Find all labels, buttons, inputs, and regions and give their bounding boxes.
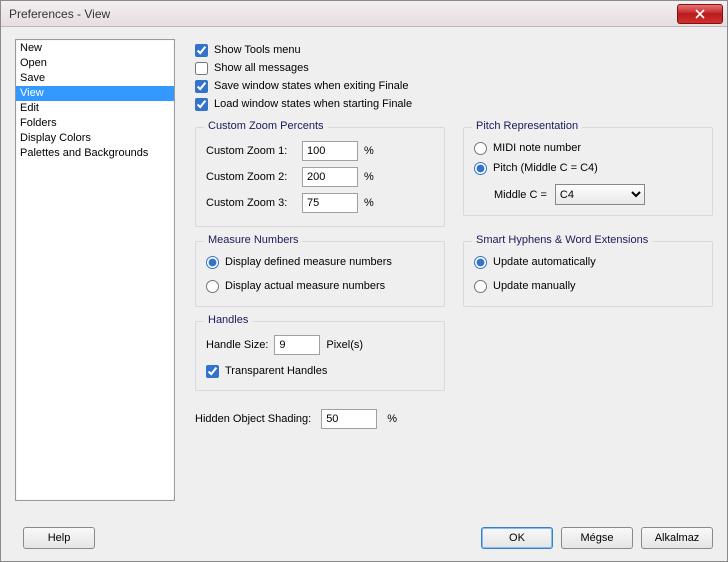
percent-unit: % <box>364 171 374 183</box>
save-window-states-checkbox[interactable] <box>195 80 208 93</box>
sidebar-item[interactable]: Save <box>16 71 174 86</box>
handle-size-input[interactable] <box>274 335 320 355</box>
sidebar-item[interactable]: Palettes and Backgrounds <box>16 146 174 161</box>
measure-actual-label: Display actual measure numbers <box>225 280 385 292</box>
middle-c-select[interactable]: C4 <box>555 184 645 205</box>
measure-actual-radio[interactable] <box>206 280 219 293</box>
custom-zoom-group: Custom Zoom Percents Custom Zoom 1:%Cust… <box>195 127 445 227</box>
midi-note-radio[interactable] <box>474 142 487 155</box>
load-window-states-checkbox[interactable] <box>195 98 208 111</box>
preferences-window: Preferences - View NewOpenSaveViewEditFo… <box>0 0 728 562</box>
body: NewOpenSaveViewEditFoldersDisplay Colors… <box>1 27 727 527</box>
hidden-shading-unit: % <box>387 413 397 425</box>
sidebar-item[interactable]: Edit <box>16 101 174 116</box>
transparent-handles-checkbox[interactable] <box>206 365 219 378</box>
close-icon <box>695 9 705 19</box>
show-all-messages-label: Show all messages <box>214 62 309 74</box>
custom-zoom-label: Custom Zoom 3: <box>206 197 296 209</box>
hidden-object-shading-row: Hidden Object Shading: % <box>195 409 713 429</box>
measure-defined-label: Display defined measure numbers <box>225 256 392 268</box>
midi-note-label: MIDI note number <box>493 142 581 154</box>
percent-unit: % <box>364 145 374 157</box>
show-all-messages-row: Show all messages <box>195 59 713 77</box>
transparent-handles-label: Transparent Handles <box>225 365 327 377</box>
update-auto-radio[interactable] <box>474 256 487 269</box>
load-window-states-row: Load window states when starting Finale <box>195 95 713 113</box>
update-manual-label: Update manually <box>493 280 576 292</box>
save-window-states-row: Save window states when exiting Finale <box>195 77 713 95</box>
custom-zoom-input[interactable] <box>302 141 358 161</box>
help-button[interactable]: Help <box>23 527 95 549</box>
measure-numbers-group: Measure Numbers Display defined measure … <box>195 241 445 307</box>
pitch-c4-label: Pitch (Middle C = C4) <box>493 162 598 174</box>
update-auto-label: Update automatically <box>493 256 596 268</box>
sidebar-item[interactable]: Open <box>16 56 174 71</box>
sidebar-item[interactable]: Folders <box>16 116 174 131</box>
pitch-c4-radio[interactable] <box>474 162 487 175</box>
custom-zoom-row: Custom Zoom 3:% <box>206 190 434 216</box>
custom-zoom-label: Custom Zoom 1: <box>206 145 296 157</box>
custom-zoom-row: Custom Zoom 2:% <box>206 164 434 190</box>
handles-title: Handles <box>204 314 252 326</box>
show-tools-menu-label: Show Tools menu <box>214 44 301 56</box>
load-window-states-label: Load window states when starting Finale <box>214 98 412 110</box>
cancel-button[interactable]: Mégse <box>561 527 633 549</box>
hidden-shading-label: Hidden Object Shading: <box>195 413 311 425</box>
middle-c-label: Middle C = <box>494 189 547 201</box>
measure-numbers-title: Measure Numbers <box>204 234 302 246</box>
update-manual-radio[interactable] <box>474 280 487 293</box>
save-window-states-label: Save window states when exiting Finale <box>214 80 408 92</box>
custom-zoom-title: Custom Zoom Percents <box>204 120 328 132</box>
show-tools-menu-checkbox[interactable] <box>195 44 208 57</box>
show-all-messages-checkbox[interactable] <box>195 62 208 75</box>
handle-size-unit: Pixel(s) <box>326 339 363 351</box>
percent-unit: % <box>364 197 374 209</box>
smart-hyphens-group: Smart Hyphens & Word Extensions Update a… <box>463 241 713 307</box>
show-tools-menu-row: Show Tools menu <box>195 41 713 59</box>
titlebar: Preferences - View <box>1 1 727 27</box>
footer: Help OK Mégse Alkalmaz <box>1 527 727 561</box>
window-title: Preferences - View <box>9 7 110 21</box>
sidebar-item[interactable]: View <box>16 86 174 101</box>
pitch-representation-group: Pitch Representation MIDI note number Pi… <box>463 127 713 216</box>
custom-zoom-input[interactable] <box>302 167 358 187</box>
ok-button[interactable]: OK <box>481 527 553 549</box>
hidden-shading-input[interactable] <box>321 409 377 429</box>
apply-button[interactable]: Alkalmaz <box>641 527 713 549</box>
custom-zoom-label: Custom Zoom 2: <box>206 171 296 183</box>
sidebar-item[interactable]: Display Colors <box>16 131 174 146</box>
close-button[interactable] <box>677 4 723 24</box>
handles-group: Handles Handle Size: Pixel(s) Transparen… <box>195 321 445 391</box>
custom-zoom-row: Custom Zoom 1:% <box>206 138 434 164</box>
sidebar-item[interactable]: New <box>16 41 174 56</box>
pitch-title: Pitch Representation <box>472 120 582 132</box>
measure-defined-radio[interactable] <box>206 256 219 269</box>
smart-hyphens-title: Smart Hyphens & Word Extensions <box>472 234 652 246</box>
custom-zoom-input[interactable] <box>302 193 358 213</box>
handle-size-label: Handle Size: <box>206 339 268 351</box>
category-list[interactable]: NewOpenSaveViewEditFoldersDisplay Colors… <box>15 39 175 501</box>
view-panel: Show Tools menu Show all messages Save w… <box>195 39 713 517</box>
